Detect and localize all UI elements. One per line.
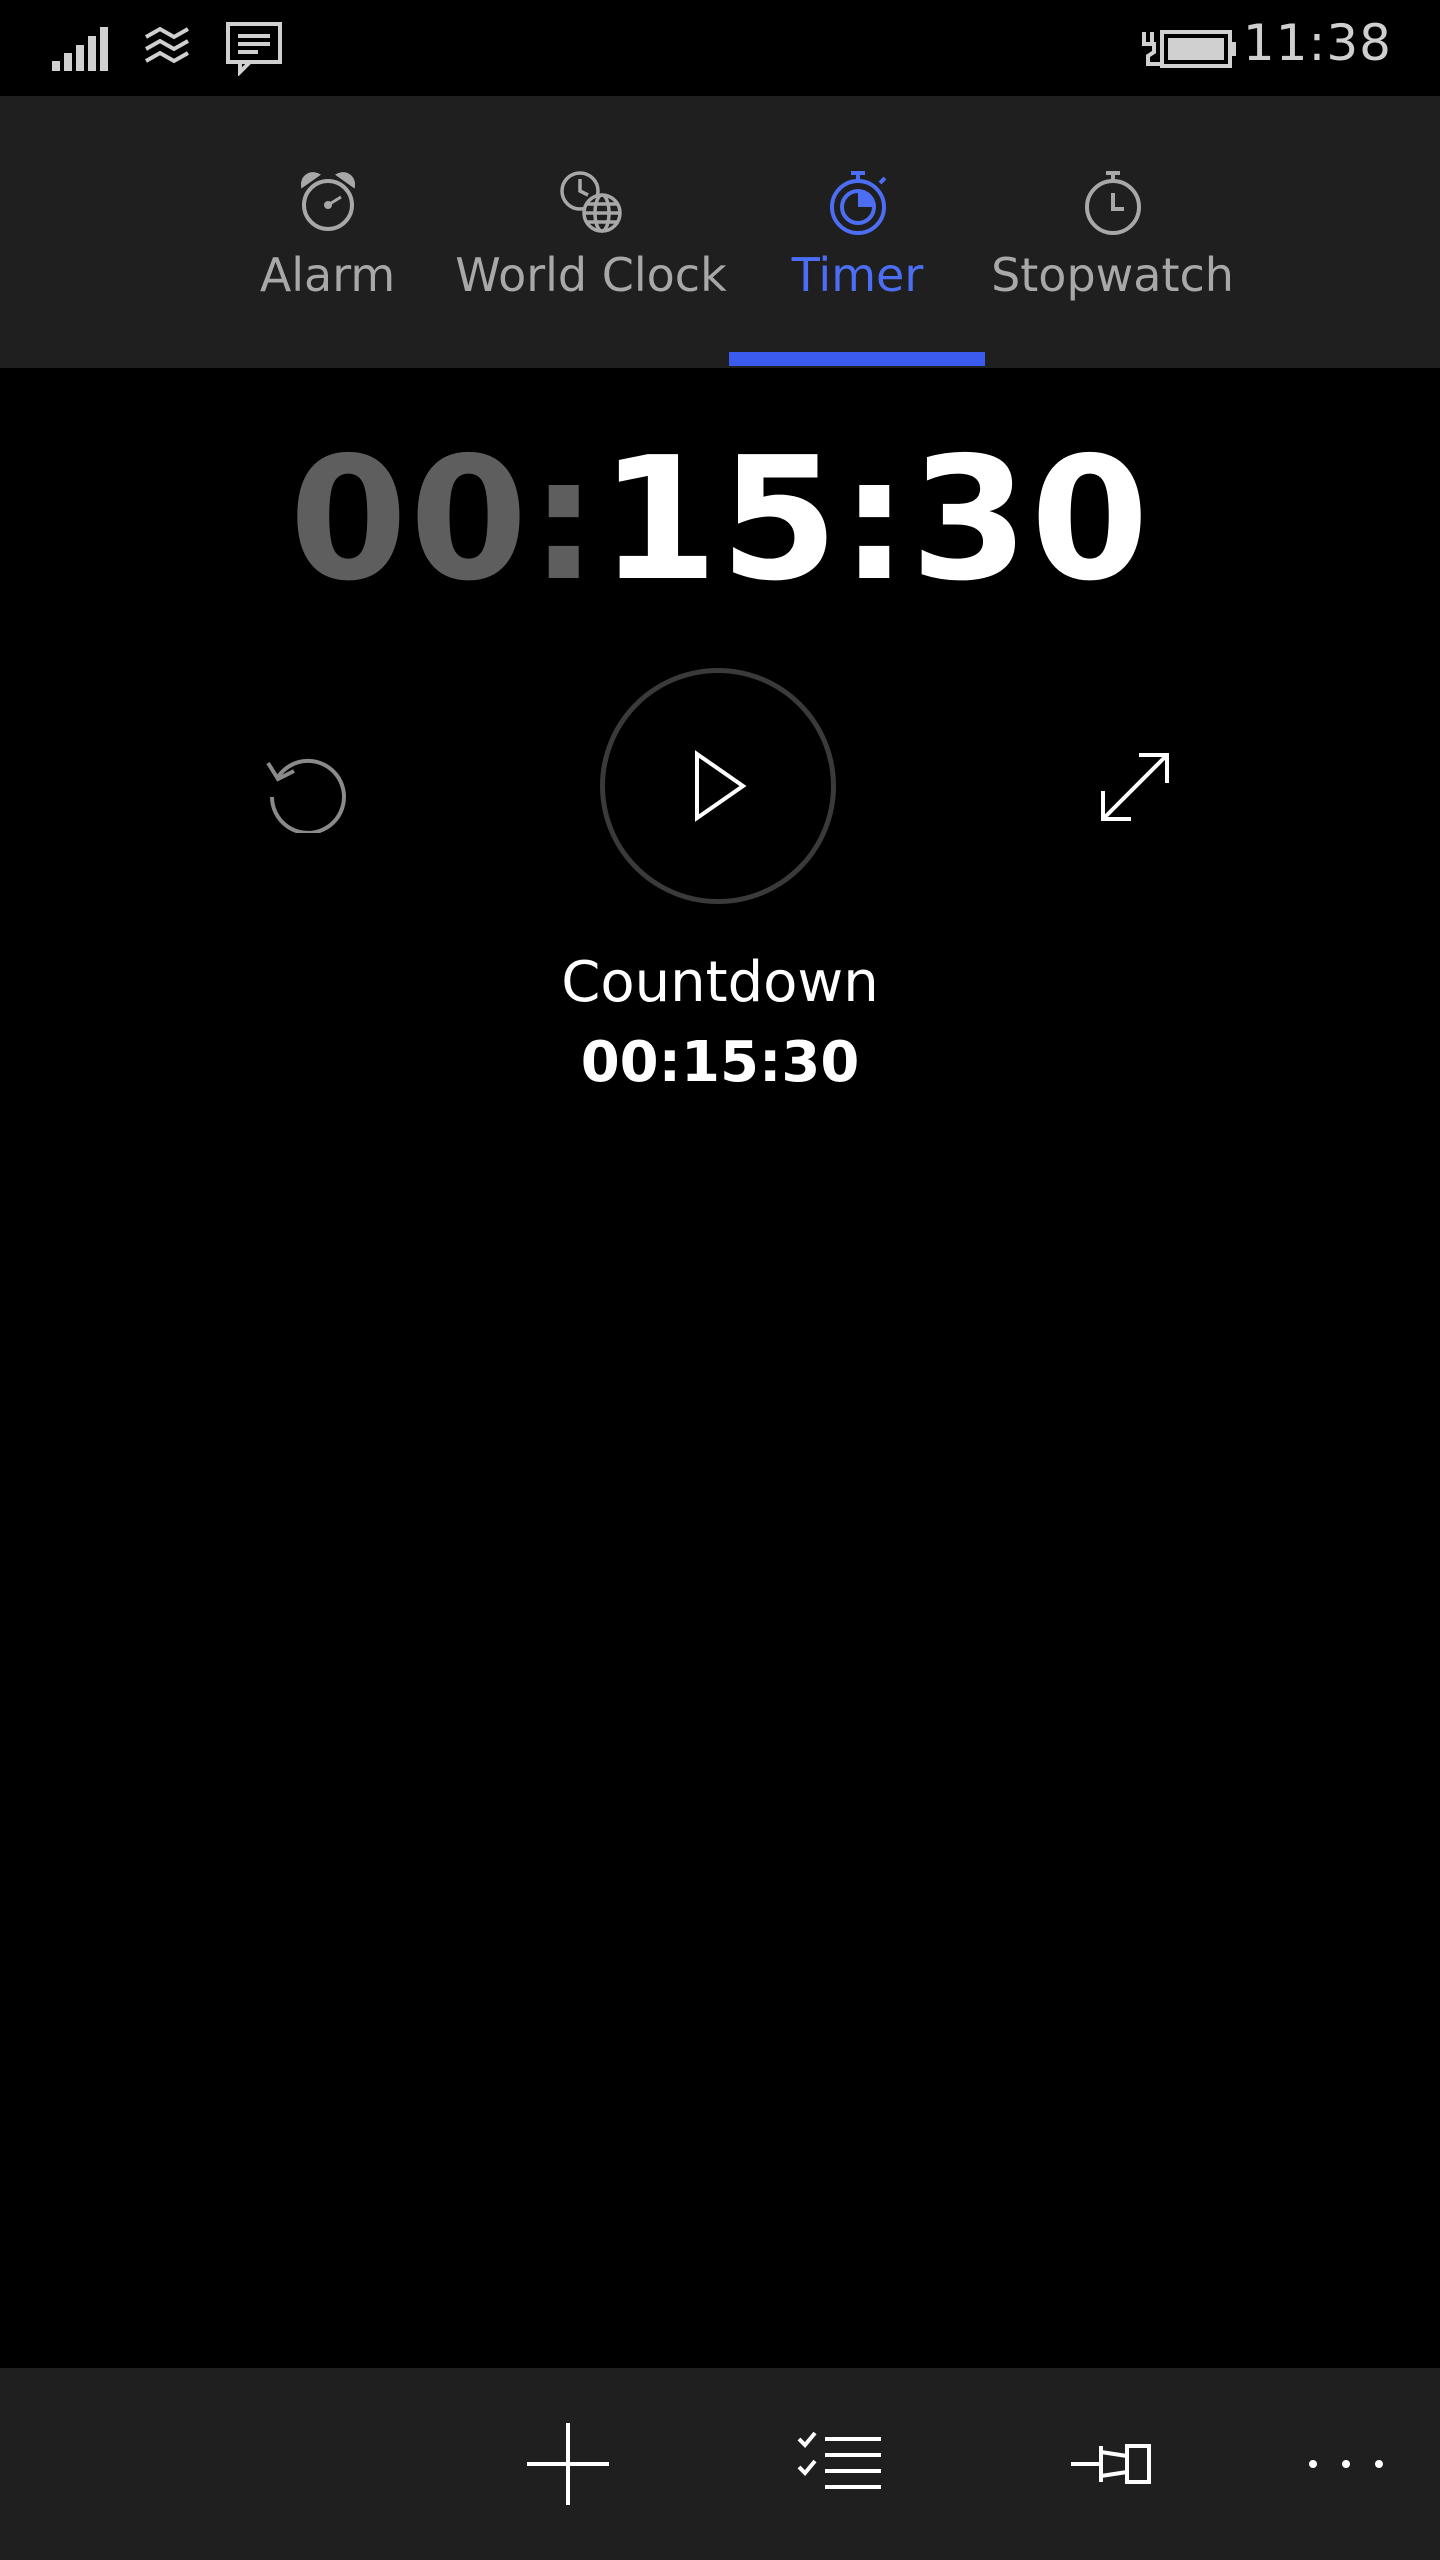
wifi-icon	[140, 0, 196, 96]
timer-icon	[825, 166, 891, 238]
tab-label-world-clock: World Clock	[455, 248, 727, 302]
app-bar	[0, 2368, 1440, 2560]
tab-label-stopwatch: Stopwatch	[991, 248, 1234, 302]
tab-label-alarm: Alarm	[259, 248, 396, 302]
status-bar: 11:38	[0, 0, 1440, 96]
tab-alarm[interactable]: Alarm	[255, 96, 400, 368]
clock-app: 11:38 Alarm World Clock Timer Stopwatch …	[0, 0, 1440, 2560]
status-time: 11:38	[1242, 14, 1392, 72]
tab-stopwatch[interactable]: Stopwatch	[990, 96, 1235, 368]
add-icon	[527, 2423, 609, 2505]
expand-icon	[1101, 753, 1169, 821]
timer-duration: 00:15:30	[580, 1030, 860, 1095]
tab-label-timer: Timer	[791, 248, 924, 302]
play-icon	[695, 750, 747, 822]
tab-timer[interactable]: Timer	[770, 96, 945, 368]
pin-button[interactable]	[1042, 2368, 1182, 2560]
more-button[interactable]	[1276, 2368, 1416, 2560]
stopwatch-icon	[1080, 166, 1146, 238]
battery-charging-icon	[1140, 0, 1240, 96]
pin-icon	[1071, 2444, 1151, 2484]
alarm-clock-icon	[295, 166, 361, 238]
timer-display: 00:15:30	[0, 420, 1440, 620]
timer-separator: :	[529, 421, 600, 619]
timer-controls	[0, 660, 1440, 920]
active-tab-indicator	[729, 352, 985, 366]
more-icon	[1309, 2460, 1383, 2468]
tab-header: Alarm World Clock Timer Stopwatch	[0, 96, 1440, 368]
message-icon	[224, 0, 284, 96]
timer-separator: :	[840, 421, 911, 619]
timer-name: Countdown	[561, 950, 879, 1015]
select-button[interactable]	[770, 2368, 910, 2560]
tab-world-clock[interactable]: World Clock	[455, 96, 727, 368]
timer-hours: 00	[289, 421, 530, 619]
select-list-icon	[797, 2431, 881, 2489]
timer-seconds: 30	[910, 421, 1151, 619]
add-timer-button[interactable]	[498, 2368, 638, 2560]
play-button[interactable]	[600, 668, 836, 904]
reset-button[interactable]	[260, 745, 350, 835]
expand-button[interactable]	[1090, 742, 1180, 832]
world-clock-icon	[556, 166, 626, 238]
signal-icon	[50, 0, 110, 96]
timer-minutes: 15	[599, 421, 841, 619]
reset-icon	[266, 758, 346, 833]
